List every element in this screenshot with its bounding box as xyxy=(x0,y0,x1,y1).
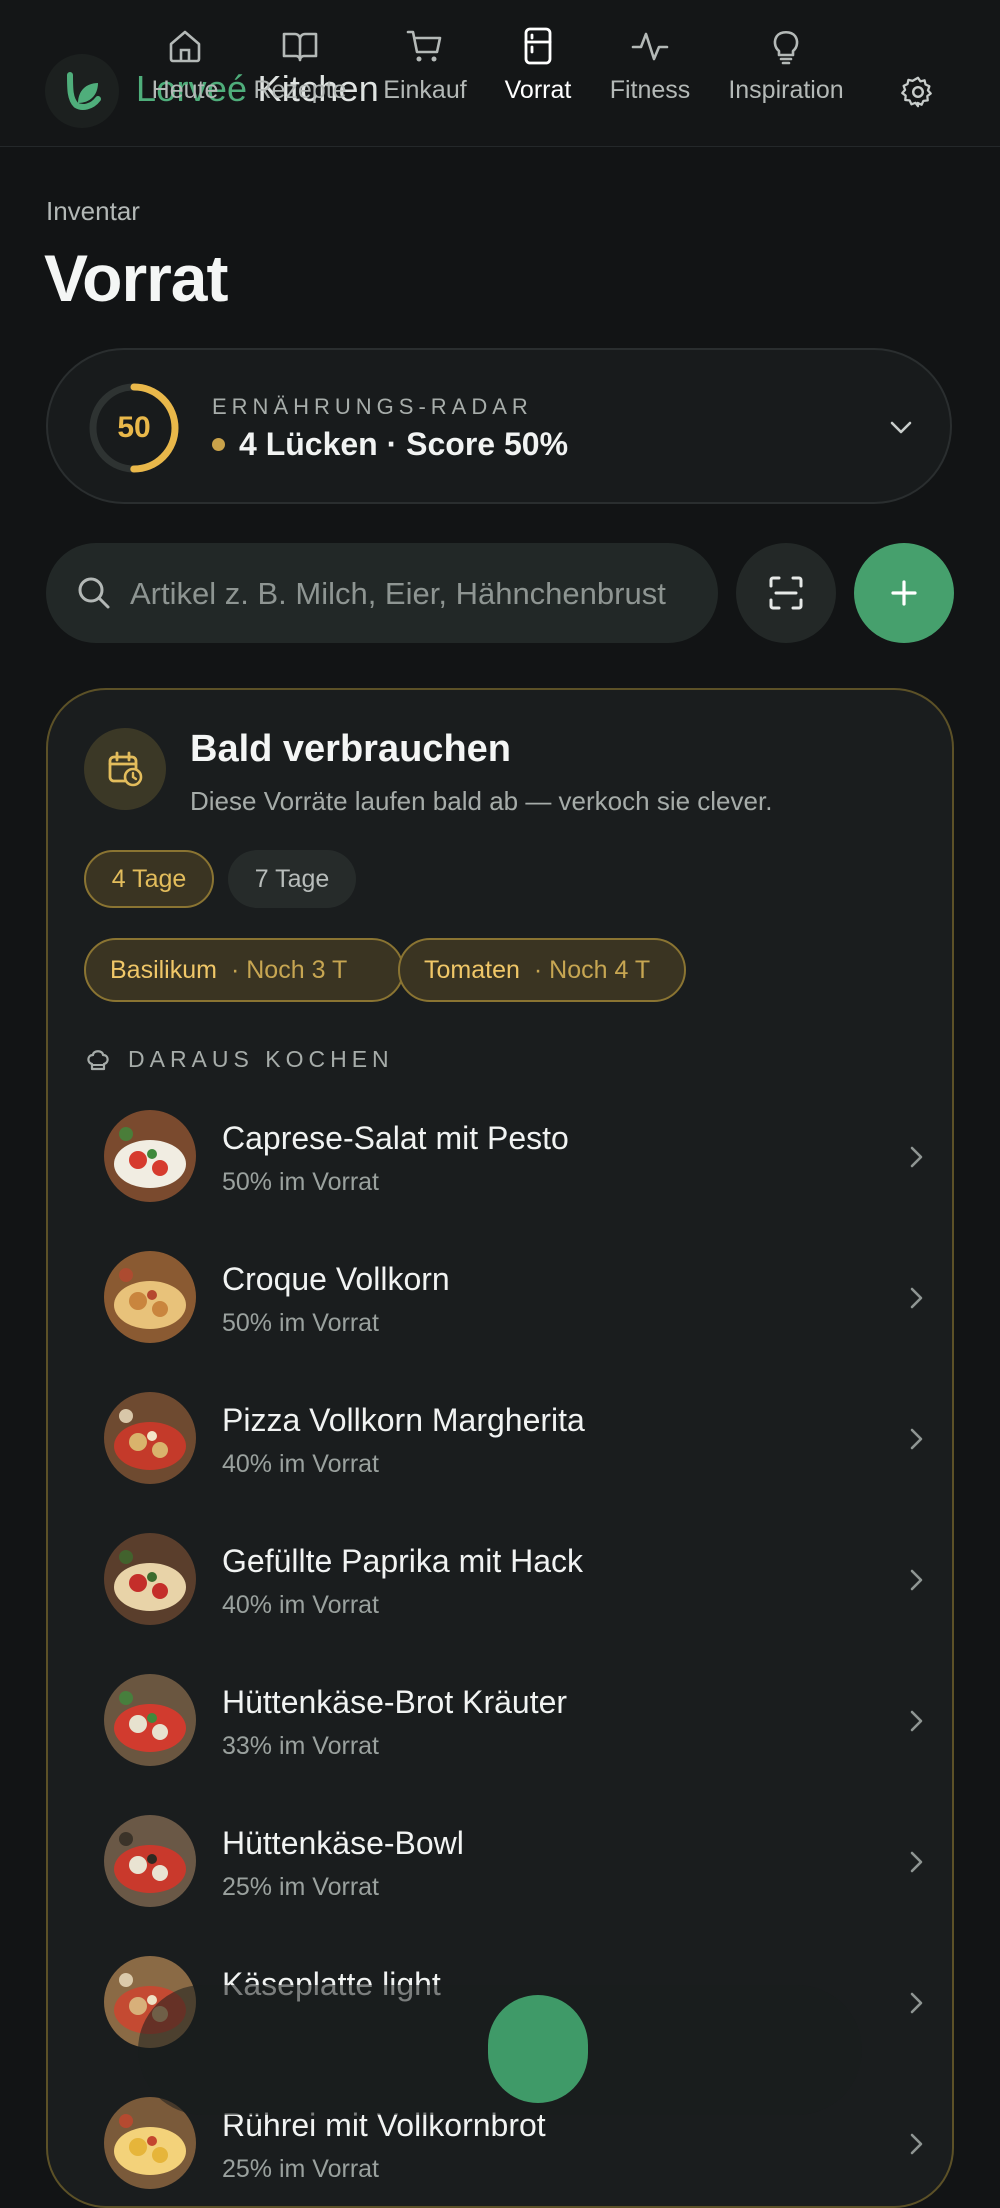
scan-icon xyxy=(769,576,803,610)
ingredient-days: · Noch 3 T xyxy=(230,955,348,984)
ingredient-chip[interactable]: Basilikum · Noch 3 T xyxy=(84,938,404,1002)
recipe-image xyxy=(104,1674,196,1766)
gear-icon xyxy=(901,76,932,108)
radar-label: ERNÄHRUNGS-RADAR xyxy=(212,394,533,419)
chevron-right-icon xyxy=(910,1428,923,1450)
section-title: Bald verbrauchen xyxy=(190,728,511,770)
lightbulb-icon xyxy=(773,30,799,64)
recipe-image xyxy=(104,1110,196,1202)
recipe-stock: 33% im Vorrat xyxy=(222,1732,380,1760)
nav-label: Rezepte xyxy=(253,75,347,104)
search-input[interactable] xyxy=(128,565,702,623)
recipe-row[interactable]: Pizza Vollkorn Margherita 40% im Vorrat xyxy=(84,1378,923,1498)
recipe-name: Hüttenkäse-Bowl xyxy=(222,1825,464,1861)
recipe-row[interactable]: Hüttenkäse-Bowl 25% im Vorrat xyxy=(84,1801,923,1921)
recipe-name: Croque Vollkorn xyxy=(222,1261,450,1297)
nav-fitness[interactable]: Fitness xyxy=(604,0,696,130)
plus-icon xyxy=(891,580,917,606)
chevron-right-icon xyxy=(910,1992,923,2014)
radar-status: 4 Lücken · Score 50% xyxy=(212,426,568,463)
recipe-stock: 25% im Vorrat xyxy=(222,2155,380,2183)
add-item-button[interactable] xyxy=(854,543,954,643)
nav-label: Vorrat xyxy=(504,75,572,104)
recipe-stock: 50% im Vorrat xyxy=(222,1168,380,1196)
ingredient-days: · Noch 4 T xyxy=(533,955,651,984)
recipe-stock: 40% im Vorrat xyxy=(222,1591,380,1619)
nav-inspiration[interactable]: Inspiration xyxy=(722,0,850,130)
recipe-row[interactable]: Croque Vollkorn 50% im Vorrat xyxy=(84,1237,923,1357)
recipe-name: Hüttenkäse-Brot Kräuter xyxy=(222,1684,568,1720)
nav-active-indicator xyxy=(488,1995,588,2103)
nav-rezepte[interactable]: Rezepte xyxy=(250,0,350,130)
fridge-icon xyxy=(524,27,552,64)
calendar-clock-icon xyxy=(84,728,166,810)
chevron-right-icon xyxy=(910,1710,923,1732)
recipe-name: Gefüllte Paprika mit Hack xyxy=(222,1543,584,1579)
logo xyxy=(45,54,119,128)
recipe-stock: 50% im Vorrat xyxy=(222,1309,380,1337)
status-dot xyxy=(212,438,225,451)
recipe-stock: 40% im Vorrat xyxy=(222,1450,380,1478)
recipe-row[interactable]: Hüttenkäse-Brot Kräuter 33% im Vorrat xyxy=(84,1660,923,1780)
nav-einkauf[interactable]: Einkauf xyxy=(378,0,472,130)
radar-status-text: 4 Lücken · Score 50% xyxy=(239,426,569,462)
nav-heute[interactable]: Heute xyxy=(148,0,222,130)
radar-score: 50 xyxy=(117,411,151,444)
filter-7-days[interactable]: 7 Tage xyxy=(228,850,356,908)
recipe-row[interactable]: Caprese-Salat mit Pesto 50% im Vorrat xyxy=(84,1096,923,1216)
recipe-name: Pizza Vollkorn Margherita xyxy=(222,1402,585,1438)
recipe-stock: 25% im Vorrat xyxy=(222,1873,380,1901)
chevron-right-icon xyxy=(910,1146,923,1168)
nav-label: Inspiration xyxy=(728,75,844,104)
nav-label: Fitness xyxy=(609,75,691,104)
chevron-right-icon xyxy=(910,1851,923,1873)
ingredient-name: Basilikum xyxy=(110,955,217,984)
filter-4-days[interactable]: 4 Tage xyxy=(84,850,214,908)
recipe-image xyxy=(104,1392,196,1484)
use-soon-card: Bald verbrauchen Diese Vorräte laufen ba… xyxy=(46,688,954,2208)
search-bar[interactable] xyxy=(46,543,718,643)
page-eyebrow: Inventar xyxy=(46,196,140,226)
recipe-row[interactable]: Gefüllte Paprika mit Hack 40% im Vorrat xyxy=(84,1519,923,1639)
leaf-icon xyxy=(67,72,101,110)
section-subtitle: Diese Vorräte laufen bald ab — verkoch s… xyxy=(190,786,773,816)
nav-label: Einkauf xyxy=(383,75,467,104)
ingredient-name: Tomaten xyxy=(424,955,520,984)
chevron-right-icon xyxy=(910,1569,923,1591)
cook-from-label: DARAUS KOCHEN xyxy=(128,1046,394,1072)
book-icon xyxy=(282,32,318,61)
recipe-image xyxy=(104,1815,196,1907)
ingredient-chip[interactable]: Tomaten · Noch 4 T xyxy=(398,938,686,1002)
search-icon xyxy=(78,577,110,609)
home-icon xyxy=(169,30,201,62)
activity-icon xyxy=(631,32,669,60)
chevron-down-icon[interactable] xyxy=(886,412,916,442)
recipe-image xyxy=(104,1533,196,1625)
nav-vorrat[interactable]: Vorrat xyxy=(490,0,586,130)
nav-label: Heute xyxy=(151,75,219,104)
recipe-name: Caprese-Salat mit Pesto xyxy=(222,1120,569,1156)
nutrition-radar-card[interactable]: 50 ERNÄHRUNGS-RADAR 4 Lücken · Score 50% xyxy=(46,348,952,504)
chevron-right-icon xyxy=(910,2133,923,2155)
recipe-image xyxy=(104,1251,196,1343)
scan-button[interactable] xyxy=(736,543,836,643)
page-title: Vorrat xyxy=(44,241,228,315)
settings-button[interactable] xyxy=(896,70,940,114)
chevron-right-icon xyxy=(910,1287,923,1309)
cart-icon xyxy=(406,30,442,61)
chef-hat-icon xyxy=(87,1050,109,1071)
